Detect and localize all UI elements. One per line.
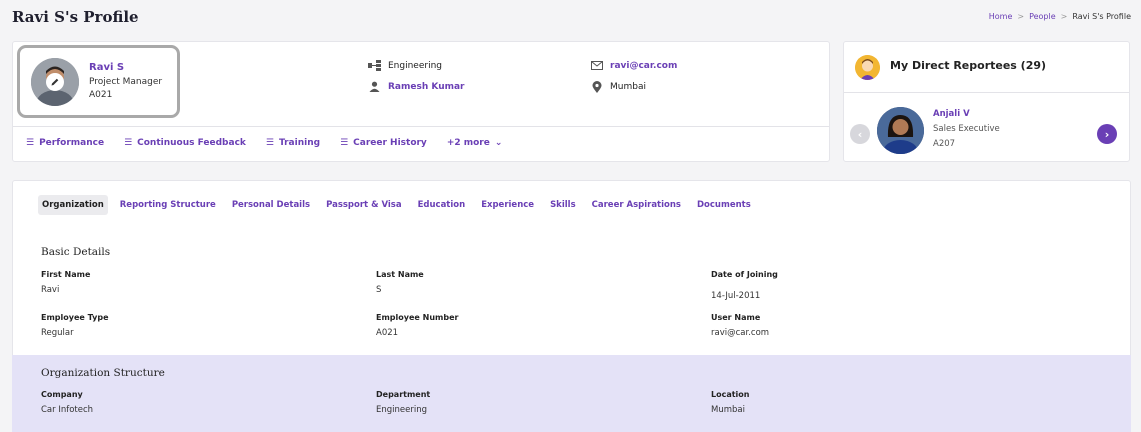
reportees-title: My Direct Reportees (29) — [890, 59, 1047, 72]
department-value: Engineering — [388, 60, 442, 71]
org-structure-title: Organization Structure — [41, 367, 165, 379]
profile-tabs: Organization Reporting Structure Persona… — [38, 195, 755, 215]
reportee-name[interactable]: Anjali V — [933, 109, 970, 119]
training-label: Training — [278, 138, 321, 148]
continuous-feedback-link[interactable]: ☰ Continuous Feedback — [124, 138, 246, 148]
location-info: Mumbai — [590, 80, 646, 93]
more-links-dropdown[interactable]: +2 more ⌄ — [447, 138, 503, 148]
reportee-role: Sales Executive — [933, 124, 1000, 134]
tab-skills[interactable]: Skills — [546, 195, 580, 215]
email-link[interactable]: ravi@car.com — [610, 61, 677, 71]
department-label: Department — [376, 390, 431, 399]
employee-number-value: A021 — [376, 328, 399, 338]
department-value: Engineering — [376, 405, 427, 415]
page-title: Ravi S's Profile — [12, 8, 139, 26]
chevron-down-icon: ⌄ — [494, 138, 503, 148]
employee-number-label: Employee Number — [376, 313, 459, 322]
profile-employee-id: A021 — [89, 90, 113, 100]
map-pin-icon — [590, 80, 603, 93]
tab-education[interactable]: Education — [414, 195, 470, 215]
last-name-value: S — [376, 285, 382, 295]
tab-experience[interactable]: Experience — [477, 195, 538, 215]
reportees-divider — [844, 92, 1129, 93]
employee-type-label: Employee Type — [41, 313, 109, 322]
list-icon: ☰ — [340, 138, 349, 148]
org-location-value: Mumbai — [711, 405, 745, 415]
tab-passport-visa[interactable]: Passport & Visa — [322, 195, 406, 215]
breadcrumb-home[interactable]: Home — [989, 12, 1013, 21]
reportee-avatar — [877, 107, 924, 154]
username-value: ravi@car.com — [711, 328, 770, 338]
doj-value: 14-Jul-2011 — [711, 291, 761, 301]
career-history-label: Career History — [353, 138, 427, 148]
first-name-label: First Name — [41, 270, 91, 279]
employee-type-value: Regular — [41, 328, 74, 338]
username-label: User Name — [711, 313, 761, 322]
profile-role: Project Manager — [89, 77, 163, 87]
person-icon — [368, 80, 381, 93]
last-name-label: Last Name — [376, 270, 424, 279]
chevron-left-icon: ‹ — [857, 127, 863, 141]
doj-label: Date of Joining — [711, 270, 778, 279]
manager-link[interactable]: Ramesh Kumar — [388, 82, 465, 92]
basic-details-title: Basic Details — [41, 246, 111, 258]
previous-reportee-button[interactable]: ‹ — [850, 124, 870, 144]
breadcrumb-separator: > — [1017, 12, 1025, 21]
email-info: ravi@car.com — [590, 59, 677, 72]
edit-photo-button[interactable] — [46, 73, 64, 91]
quick-links: ☰ Performance ☰ Continuous Feedback ☰ Tr… — [26, 138, 502, 148]
manager-info: Ramesh Kumar — [368, 80, 465, 93]
next-reportee-button[interactable]: › — [1097, 124, 1117, 144]
chevron-right-icon: › — [1104, 127, 1110, 141]
tab-documents[interactable]: Documents — [693, 195, 755, 215]
location-label: Location — [711, 390, 750, 399]
continuous-feedback-label: Continuous Feedback — [137, 138, 246, 148]
tab-reporting-structure[interactable]: Reporting Structure — [116, 195, 220, 215]
breadcrumb-current: Ravi S's Profile — [1072, 12, 1131, 21]
reportees-avatar-icon — [855, 55, 880, 80]
performance-link[interactable]: ☰ Performance — [26, 138, 104, 148]
list-icon: ☰ — [124, 138, 133, 148]
organization-structure-section — [12, 355, 1131, 432]
location-value: Mumbai — [610, 81, 646, 92]
mail-icon — [590, 59, 603, 72]
more-links-label: +2 more — [446, 138, 490, 148]
company-label: Company — [41, 390, 83, 399]
pencil-icon — [51, 78, 59, 86]
career-history-link[interactable]: ☰ Career History — [340, 138, 427, 148]
company-value: Car Infotech — [41, 405, 94, 415]
tab-personal-details[interactable]: Personal Details — [228, 195, 314, 215]
performance-label: Performance — [39, 138, 105, 148]
training-link[interactable]: ☰ Training — [266, 138, 320, 148]
breadcrumb-separator: > — [1060, 12, 1068, 21]
list-icon: ☰ — [26, 138, 35, 148]
tab-organization[interactable]: Organization — [38, 195, 108, 215]
breadcrumb: Home > People > Ravi S's Profile — [989, 12, 1131, 21]
profile-name[interactable]: Ravi S — [89, 62, 124, 73]
tab-career-aspirations[interactable]: Career Aspirations — [588, 195, 685, 215]
org-chart-icon — [368, 59, 381, 72]
list-icon: ☰ — [265, 138, 274, 148]
department-info: Engineering — [368, 59, 442, 72]
profile-divider — [13, 126, 829, 127]
reportee-id: A207 — [933, 139, 956, 149]
breadcrumb-people[interactable]: People — [1029, 12, 1056, 21]
first-name-value: Ravi — [41, 285, 60, 295]
